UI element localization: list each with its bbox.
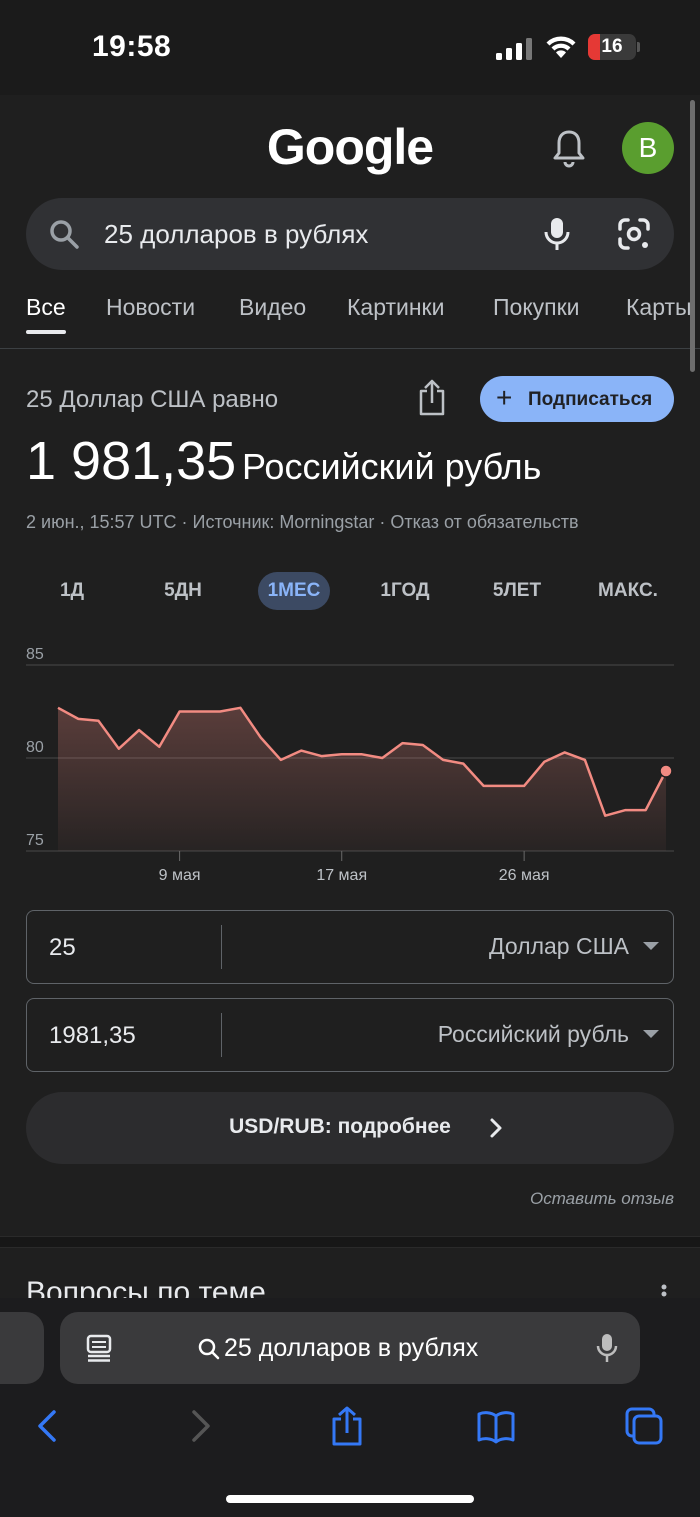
account-avatar[interactable]: В [622, 122, 674, 174]
bookmarks-icon[interactable] [476, 1406, 516, 1446]
period-1m[interactable]: 1МЕС [258, 572, 330, 610]
tab-all[interactable]: Все [26, 294, 66, 321]
period-1y[interactable]: 1ГОД [362, 572, 448, 610]
search-input[interactable]: 25 долларов в рублях [104, 219, 368, 250]
y-tick-label: 80 [26, 739, 44, 756]
battery-level: 16 [601, 36, 623, 57]
from-amount-input[interactable]: 25 [49, 934, 76, 962]
to-amount-input[interactable]: 1981,35 [49, 1022, 136, 1050]
tab-shopping[interactable]: Покупки [493, 294, 580, 321]
y-tick-label: 75 [26, 832, 44, 849]
more-details-button[interactable]: USD/RUB: подробнее [26, 1092, 674, 1164]
google-lens-icon[interactable] [616, 217, 652, 251]
search-tabs: Все Новости Видео Картинки Покупки Карты [26, 294, 700, 344]
x-tick-label: 26 мая [499, 867, 550, 884]
dropdown-caret-icon [643, 942, 659, 950]
address-bar[interactable]: 25 долларов в рублях [60, 1312, 640, 1384]
plus-icon: + [496, 382, 513, 413]
result-value: 1 981,35 [26, 431, 237, 491]
to-currency-field[interactable]: 1981,35 Российский рубль [26, 998, 674, 1072]
subscribe-button[interactable]: + Подписаться [480, 376, 674, 422]
google-logo[interactable]: Google [0, 118, 700, 176]
share-icon[interactable] [416, 378, 448, 418]
period-5y[interactable]: 5ЛЕТ [474, 572, 560, 610]
voice-search-icon[interactable] [542, 216, 572, 252]
section-divider [0, 1236, 700, 1248]
tabs-divider [0, 348, 700, 349]
notifications-bell-icon[interactable] [550, 128, 588, 168]
tabs-icon[interactable] [624, 1406, 664, 1446]
period-5d[interactable]: 5ДН [140, 572, 226, 610]
share-icon[interactable] [327, 1406, 367, 1446]
wifi-icon [546, 36, 576, 58]
period-1d[interactable]: 1Д [36, 572, 108, 610]
search-icon [50, 220, 79, 249]
safari-bottom-bar: 25 долларов в рублях [0, 1298, 700, 1517]
active-tab-indicator [26, 330, 66, 334]
chevron-right-icon [490, 1118, 502, 1138]
dictation-mic-icon[interactable] [596, 1332, 618, 1364]
back-icon[interactable] [28, 1406, 68, 1446]
battery-tip [637, 42, 640, 52]
status-time: 19:58 [92, 30, 172, 63]
forward-icon[interactable] [180, 1406, 220, 1446]
reader-mode-icon[interactable] [86, 1334, 112, 1362]
x-tick-label: 9 мая [159, 867, 201, 884]
field-separator [221, 1013, 222, 1057]
search-icon [198, 1338, 220, 1360]
exchange-rate-chart[interactable]: 85 80 75 9 мая 17 мая 26 мая [0, 640, 700, 890]
screen: 19:58 16 Google В 25 долларов в рублях В… [0, 0, 700, 1517]
tab-news[interactable]: Новости [106, 294, 195, 321]
previous-tab-preview[interactable] [0, 1312, 44, 1384]
home-indicator[interactable] [226, 1495, 474, 1503]
dropdown-caret-icon [643, 1030, 659, 1038]
to-currency-select[interactable]: Российский рубль [438, 1021, 629, 1048]
more-details-label: USD/RUB: подробнее [229, 1115, 451, 1138]
chart-area [58, 707, 666, 851]
period-max[interactable]: МАКС. [586, 572, 670, 610]
equals-label: 25 Доллар США равно [26, 386, 279, 413]
source-meta: 2 июн., 15:57 UTC · Источник: Morningsta… [26, 512, 579, 532]
search-bar[interactable]: 25 долларов в рублях [26, 198, 674, 270]
tab-video[interactable]: Видео [239, 294, 306, 321]
subscribe-label: Подписаться [528, 389, 653, 410]
from-currency-field[interactable]: 25 Доллар США [26, 910, 674, 984]
result-unit: Российский рубль [242, 446, 542, 487]
current-point-marker [659, 764, 673, 778]
from-currency-select[interactable]: Доллар США [489, 933, 629, 960]
feedback-link[interactable]: Оставить отзыв [530, 1189, 674, 1209]
cellular-signal-icon [496, 38, 532, 60]
x-tick-label: 17 мая [316, 867, 367, 884]
address-text[interactable]: 25 долларов в рублях [224, 1334, 478, 1363]
battery-icon: 16 [588, 34, 636, 60]
tab-maps[interactable]: Карты [626, 294, 692, 321]
tab-images[interactable]: Картинки [347, 294, 444, 321]
y-tick-label: 85 [26, 646, 44, 663]
field-separator [221, 925, 222, 969]
page-scrollbar[interactable] [690, 100, 695, 372]
status-bar: 19:58 16 [0, 0, 700, 95]
